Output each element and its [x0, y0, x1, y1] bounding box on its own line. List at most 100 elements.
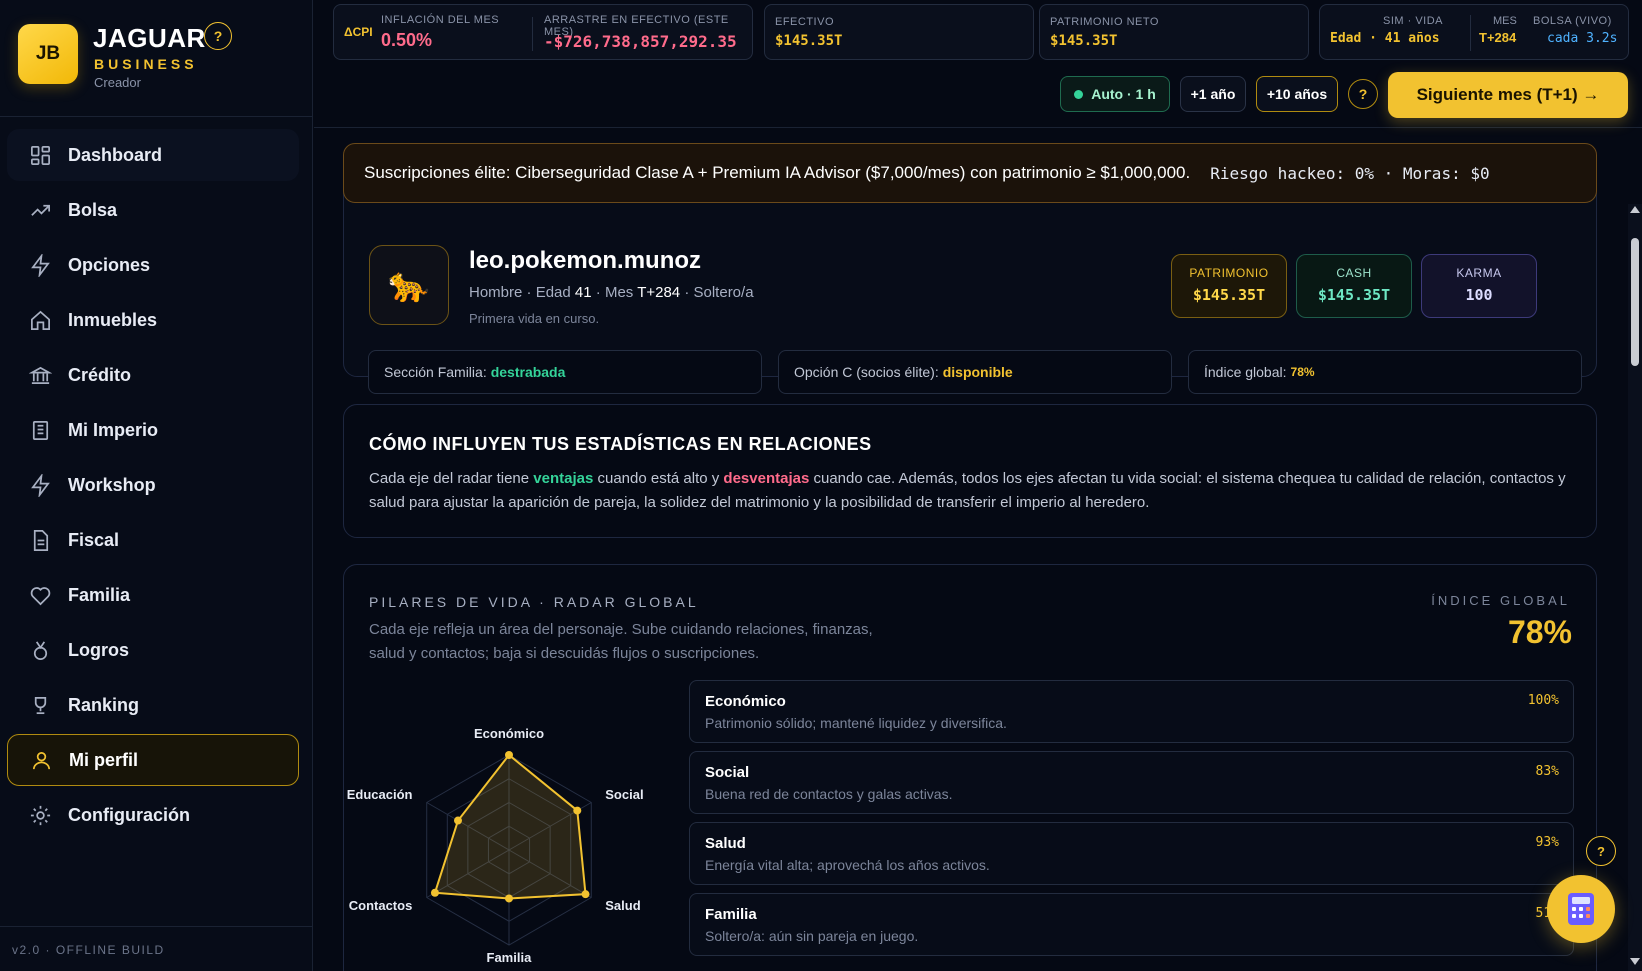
profile-age-label: Edad	[535, 284, 571, 301]
brand-help-icon[interactable]: ?	[204, 22, 232, 50]
pillar-name: Familia	[705, 906, 757, 923]
pillar-item-familia[interactable]: Familia Soltero/a: aún sin pareja en jue…	[689, 893, 1574, 956]
banner-text: Suscripciones élite: Ciberseguridad Clas…	[364, 163, 1191, 182]
profile-meta: Hombre · Edad 41 · Mes T+284 · Soltero/a	[469, 284, 754, 301]
brand-logo[interactable]: JB	[18, 24, 78, 84]
sim-value: Edad · 41 años	[1330, 31, 1440, 46]
pillar-item-economico[interactable]: Económico Patrimonio sólido; mantené liq…	[689, 680, 1574, 743]
profile-gender: Hombre	[469, 284, 523, 301]
calculator-icon[interactable]	[1547, 875, 1615, 943]
brand-role: Creador	[94, 75, 141, 90]
efectivo-value: $145.35T	[775, 33, 843, 49]
plus-ten-years-button[interactable]: +10 años	[1256, 76, 1338, 112]
global-index-value: 78%	[1507, 614, 1572, 650]
patrimonio-neto-value: $145.35T	[1050, 33, 1118, 49]
sidebar-item-label: Logros	[68, 639, 129, 660]
sim-status-card: SIM · VIDA Edad · 41 años MES T+284 BOLS…	[1319, 4, 1629, 60]
pillar-desc: Patrimonio sólido; mantené liquidez y di…	[705, 715, 1007, 731]
sidebar-item-configuracion[interactable]: Configuración	[7, 789, 299, 841]
radar-point-2[interactable]	[581, 890, 590, 899]
cash-badge: CASH $145.35T	[1296, 254, 1412, 318]
inflation-value: 0.50%	[381, 30, 433, 50]
scroll-down-arrow-icon[interactable]	[1630, 958, 1640, 965]
sidebar-item-label: Dashboard	[68, 144, 163, 165]
cash-drag-value: -$726,738,857,292.35	[544, 32, 737, 51]
radar-axis-label: Contactos	[348, 898, 413, 913]
sidebar-item-ranking[interactable]: Ranking	[7, 679, 299, 731]
scroll-up-arrow-icon[interactable]	[1630, 206, 1640, 213]
sidebar-item-fiscal[interactable]: Fiscal	[7, 514, 299, 566]
sidebar-item-workshop[interactable]: Workshop	[7, 459, 299, 511]
market-live-label: BOLSA (VIVO)	[1533, 15, 1612, 27]
patrimonio-badge-value: $145.35T	[1192, 286, 1266, 304]
efectivo-card: EFECTIVO $145.35T	[764, 4, 1034, 60]
radar-chart-svg	[426, 751, 592, 946]
brand-subtitle: BUSINESS	[94, 56, 198, 72]
auto-status-dot	[1074, 89, 1084, 99]
sidebar-item-opciones[interactable]: Opciones	[7, 239, 299, 291]
life-pillars-card: PILARES DE VIDA · RADAR GLOBAL Cada eje …	[343, 564, 1597, 971]
sidebar-item-bolsa[interactable]: Bolsa	[7, 184, 299, 236]
radar-point-5[interactable]	[453, 816, 462, 825]
elite-subscriptions-banner: Suscripciones élite: Ciberseguridad Clas…	[343, 143, 1597, 203]
next-month-button[interactable]: Siguiente mes (T+1) →	[1388, 72, 1628, 118]
pillar-item-salud[interactable]: Salud Energía vital alta; aprovechá los …	[689, 822, 1574, 885]
floating-help-icon[interactable]: ?	[1586, 836, 1616, 866]
relations-text-1: Cada eje del radar tiene	[369, 470, 534, 487]
radar-point-3[interactable]	[505, 894, 513, 903]
radar-axis-label: Salud	[605, 898, 641, 913]
cpi-tag: ΔCPI	[344, 25, 373, 39]
auto-advance-label: Auto · 1 h	[1091, 86, 1156, 102]
sidebar-item-logros[interactable]: Logros	[7, 624, 299, 676]
radar-point-4[interactable]	[430, 888, 439, 897]
relations-bad: desventajas	[723, 470, 810, 487]
pillar-list: Económico Patrimonio sólido; mantené liq…	[689, 680, 1574, 964]
main-scrollbar[interactable]	[1628, 204, 1642, 971]
sidebar-divider	[0, 116, 313, 117]
flag-familia: Sección Familia: destrabada	[368, 350, 762, 394]
auto-advance-button[interactable]: Auto · 1 h	[1060, 76, 1170, 112]
bank-icon	[27, 362, 53, 388]
sidebar-item-familia[interactable]: Familia	[7, 569, 299, 621]
sidebar-item-mi-perfil[interactable]: Mi perfil	[7, 734, 299, 786]
profile-name: leo.pokemon.munoz	[469, 247, 702, 274]
sidebar-item-label: Ranking	[68, 694, 140, 715]
sidebar-item-dashboard[interactable]: Dashboard	[7, 129, 299, 181]
flag-indice-value: 78%	[1290, 365, 1315, 379]
radar-point-1[interactable]	[573, 806, 582, 815]
pillar-pct: 93%	[1535, 835, 1559, 850]
pillars-title: PILARES DE VIDA · RADAR GLOBAL	[369, 594, 699, 610]
patrimonio-badge-label: PATRIMONIO	[1189, 266, 1269, 280]
pillar-name: Económico	[705, 693, 786, 710]
sidebar-footer-divider	[0, 926, 313, 927]
karma-badge: KARMA 100	[1421, 254, 1537, 318]
pillar-desc: Buena red de contactos y galas activas.	[705, 786, 953, 802]
plus-one-year-button[interactable]: +1 año	[1180, 76, 1246, 112]
pillar-pct: 83%	[1535, 764, 1559, 779]
flag-opcion-value: disponible	[942, 364, 1013, 380]
sidebar-item-mi-imperio[interactable]: Mi Imperio	[7, 404, 299, 456]
relations-card: CÓMO INFLUYEN TUS ESTADÍSTICAS EN RELACI…	[343, 404, 1597, 538]
radar-series-area	[433, 753, 587, 900]
scroll-thumb[interactable]	[1631, 238, 1639, 366]
building-icon	[27, 417, 53, 443]
profile-month-label: Mes	[604, 284, 634, 301]
global-index-label: ÍNDICE GLOBAL	[1431, 593, 1570, 608]
radar-axis-label: Familia	[486, 949, 532, 965]
banner-risk: Riesgo hackeo: 0% · Moras: $0	[1210, 163, 1490, 183]
main-content: Suscripciones élite: Ciberseguridad Clas…	[314, 129, 1624, 971]
radar-point-0[interactable]	[505, 751, 513, 759]
pillar-item-social[interactable]: Social Buena red de contactos y galas ac…	[689, 751, 1574, 814]
pillar-pct: 100%	[1527, 693, 1559, 708]
sidebar-item-inmuebles[interactable]: Inmuebles	[7, 294, 299, 346]
profile-age: 41	[574, 284, 592, 301]
pillar-name: Salud	[705, 835, 746, 852]
home-icon	[27, 307, 53, 333]
heart-icon	[27, 582, 53, 608]
controls-help-icon[interactable]: ?	[1348, 79, 1378, 109]
month-value: T+284	[1479, 30, 1517, 45]
avatar[interactable]: 🐆	[369, 245, 449, 325]
document-icon	[27, 527, 53, 553]
sidebar-item-credito[interactable]: Crédito	[7, 349, 299, 401]
sidebar-item-label: Inmuebles	[68, 309, 158, 330]
